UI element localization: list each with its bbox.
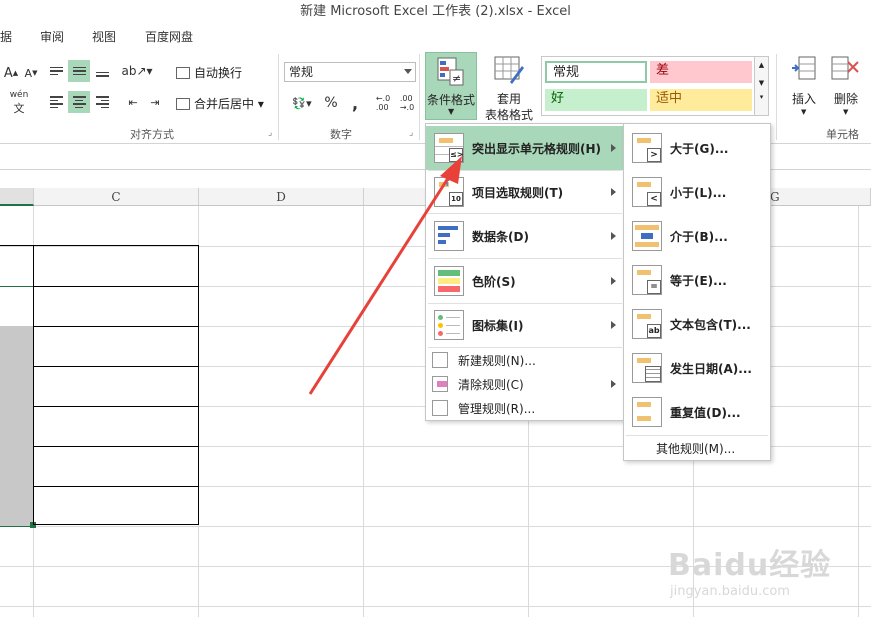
baidu-watermark: Baidu经验 jingyan.baidu.com [668,548,832,599]
annotation-arrow [308,156,462,395]
